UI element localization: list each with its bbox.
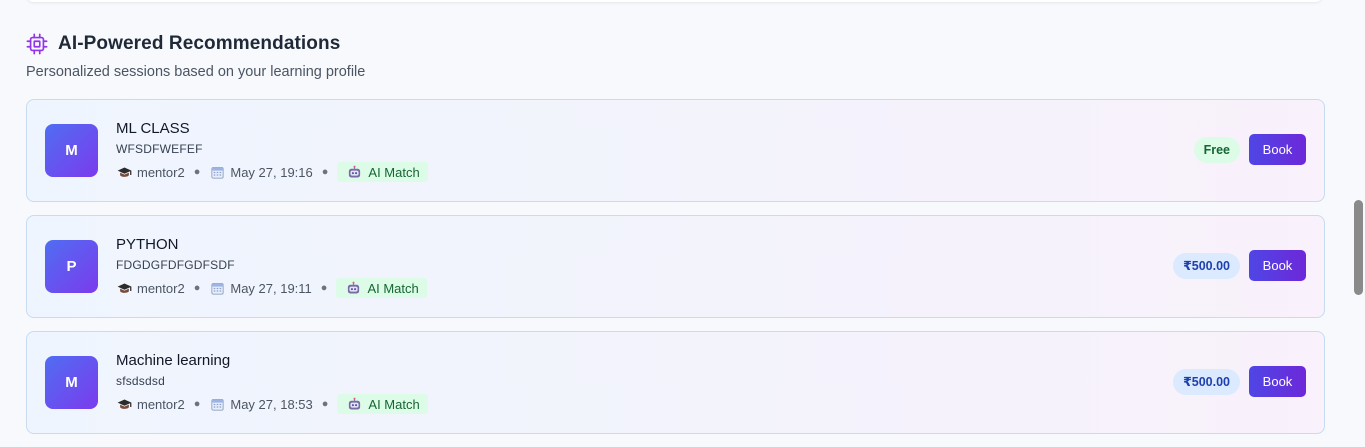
session-actions: ₹500.00 Book bbox=[1173, 250, 1306, 281]
graduation-cap-icon bbox=[116, 164, 132, 180]
book-button[interactable]: Book bbox=[1249, 134, 1306, 165]
session-date: May 27, 19:11 bbox=[230, 280, 312, 296]
book-button[interactable]: Book bbox=[1249, 366, 1306, 397]
session-avatar: M bbox=[45, 124, 98, 177]
recommendation-card: M Machine learning sfsdsdsd mentor2 ● Ma… bbox=[26, 331, 1325, 434]
mentor-name: mentor2 bbox=[137, 396, 185, 412]
book-button[interactable]: Book bbox=[1249, 250, 1306, 281]
session-meta: mentor2 ● May 27, 19:11 ● AI Match bbox=[116, 278, 427, 298]
cpu-chip-icon bbox=[26, 33, 48, 55]
ai-match-label: AI Match bbox=[368, 164, 420, 180]
avatar-initial: M bbox=[65, 374, 78, 391]
separator-dot: ● bbox=[193, 398, 201, 410]
robot-icon bbox=[346, 396, 362, 412]
separator-dot: ● bbox=[321, 398, 329, 410]
recommendation-card: M ML CLASS WFSDFWEFEF mentor2 ● May 27, … bbox=[26, 99, 1325, 202]
session-title: PYTHON bbox=[116, 236, 179, 253]
section-subtitle: Personalized sessions based on your lear… bbox=[26, 64, 366, 80]
session-title: Machine learning bbox=[116, 352, 231, 369]
mentor-name: mentor2 bbox=[137, 164, 185, 180]
ai-match-badge: AI Match bbox=[336, 278, 427, 298]
calendar-icon bbox=[209, 396, 225, 412]
session-title: ML CLASS bbox=[116, 120, 190, 137]
robot-icon bbox=[345, 280, 361, 296]
avatar-initial: M bbox=[65, 142, 78, 159]
session-description: FDGDGFDFGDFSDF bbox=[116, 258, 235, 272]
scrollbar[interactable] bbox=[1351, 0, 1365, 428]
ai-match-label: AI Match bbox=[368, 396, 420, 412]
calendar-icon bbox=[209, 280, 225, 296]
ai-match-badge: AI Match bbox=[337, 394, 428, 414]
separator-dot: ● bbox=[320, 282, 328, 294]
avatar-initial: P bbox=[66, 258, 77, 275]
price-badge: Free bbox=[1193, 136, 1240, 163]
session-date: May 27, 19:16 bbox=[230, 164, 313, 180]
graduation-cap-icon bbox=[116, 280, 132, 296]
session-actions: Free Book bbox=[1193, 134, 1306, 165]
mentor-name: mentor2 bbox=[137, 280, 185, 296]
scrollbar-thumb[interactable] bbox=[1354, 200, 1363, 295]
recommendation-list: M ML CLASS WFSDFWEFEF mentor2 ● May 27, … bbox=[26, 99, 1325, 434]
robot-icon bbox=[346, 164, 362, 180]
session-meta: mentor2 ● May 27, 19:16 ● AI Match bbox=[116, 162, 428, 182]
graduation-cap-icon bbox=[116, 396, 132, 412]
session-avatar: P bbox=[45, 240, 98, 293]
session-actions: ₹500.00 Book bbox=[1173, 366, 1306, 397]
section-title: AI-Powered Recommendations bbox=[58, 33, 341, 54]
previous-card-bottom bbox=[26, 0, 1323, 2]
session-info: Machine learning sfsdsdsd mentor2 ● May … bbox=[116, 352, 428, 414]
session-description: WFSDFWEFEF bbox=[116, 142, 203, 156]
separator-dot: ● bbox=[193, 166, 201, 178]
session-date: May 27, 18:53 bbox=[230, 396, 313, 412]
session-info: PYTHON FDGDGFDFGDFSDF mentor2 ● May 27, … bbox=[116, 236, 427, 298]
separator-dot: ● bbox=[193, 282, 201, 294]
ai-match-label: AI Match bbox=[367, 280, 419, 296]
session-meta: mentor2 ● May 27, 18:53 ● AI Match bbox=[116, 394, 428, 414]
price-badge: ₹500.00 bbox=[1173, 368, 1240, 395]
calendar-icon bbox=[209, 164, 225, 180]
session-info: ML CLASS WFSDFWEFEF mentor2 ● May 27, 19… bbox=[116, 120, 428, 182]
ai-match-badge: AI Match bbox=[337, 162, 428, 182]
ai-recommendations-section: AI-Powered Recommendations Personalized … bbox=[26, 32, 1325, 447]
session-avatar: M bbox=[45, 356, 98, 409]
session-description: sfsdsdsd bbox=[116, 374, 165, 388]
recommendation-card: P PYTHON FDGDGFDFGDFSDF mentor2 ● May 27… bbox=[26, 215, 1325, 318]
separator-dot: ● bbox=[321, 166, 329, 178]
section-header: AI-Powered Recommendations bbox=[26, 32, 1325, 56]
price-badge: ₹500.00 bbox=[1173, 252, 1240, 279]
